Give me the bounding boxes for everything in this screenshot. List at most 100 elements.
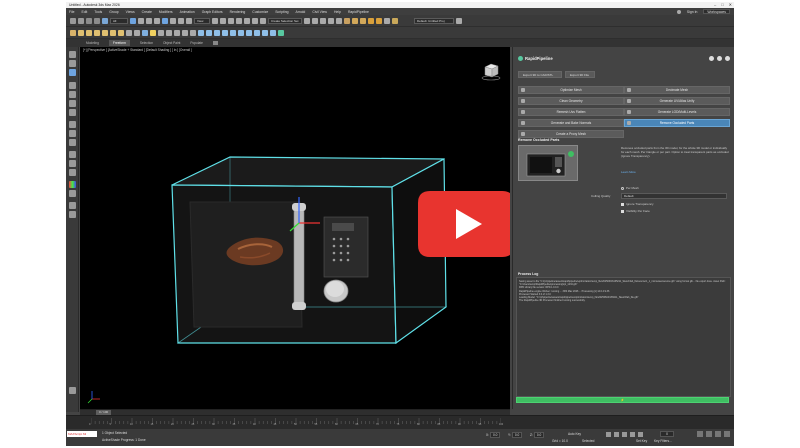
maximize-button[interactable]: □ <box>721 2 723 7</box>
box-icon[interactable] <box>78 29 84 36</box>
menu-animation[interactable]: Animation <box>180 10 195 14</box>
select-by-name-icon[interactable] <box>138 17 144 24</box>
modifier-uvw-icon[interactable] <box>262 29 268 36</box>
info-icon[interactable] <box>725 56 730 61</box>
link-icon[interactable] <box>86 17 92 24</box>
modifier-taper-icon[interactable] <box>206 29 212 36</box>
ignore-transparency-checkbox[interactable]: Ignore Transparency <box>621 202 654 206</box>
tool-remove-occluded-parts[interactable]: Remove Occluded Parts <box>624 119 730 127</box>
auto-key-button[interactable]: Auto Key <box>568 432 581 436</box>
curve-editor-icon[interactable] <box>328 17 334 24</box>
rapidpipeline-toolbar-icon[interactable] <box>278 29 284 36</box>
tool-decimate-mesh[interactable]: Decimate Mesh <box>624 86 730 94</box>
ribbon-options-icon[interactable] <box>212 41 218 45</box>
sort-icon[interactable] <box>69 82 76 89</box>
coord-x-field[interactable]: 0.0 <box>490 432 501 438</box>
minimize-button[interactable]: – <box>714 2 716 7</box>
rendered-frame-window-icon[interactable] <box>360 17 366 24</box>
perspective-viewport[interactable]: [+] [Perspective ] [ActiveShade + Standa… <box>80 47 510 409</box>
tool-clean-geometry[interactable]: Clean Geometry <box>518 97 624 105</box>
plane-icon[interactable] <box>118 29 124 36</box>
menu-modifiers[interactable]: Modifiers <box>159 10 173 14</box>
menu-file[interactable]: File <box>69 10 74 14</box>
rectangular-selection-icon[interactable] <box>146 17 152 24</box>
tool-generate-uv[interactable]: Generate UV/Atlas Unify <box>624 97 730 105</box>
project-folder-icon[interactable] <box>456 17 462 24</box>
tab-object-paint[interactable]: Object Paint <box>163 41 180 45</box>
tab-selection[interactable]: Selection <box>140 41 153 45</box>
per-mesh-option[interactable]: Per Mesh <box>621 186 639 190</box>
bottom-tool-icon[interactable] <box>69 387 76 394</box>
cylinder-icon[interactable] <box>102 29 108 36</box>
line-icon[interactable] <box>126 29 132 36</box>
coord-z-field[interactable]: 0.0 <box>533 432 545 438</box>
modifier-turbosmooth-icon[interactable] <box>254 29 260 36</box>
go-to-end-icon[interactable] <box>638 432 643 437</box>
layer-icon[interactable] <box>69 190 76 197</box>
filter-xrefs-icon[interactable] <box>69 160 76 167</box>
menu-scripting[interactable]: Scripting <box>275 10 288 14</box>
camera-icon[interactable] <box>142 29 148 36</box>
graphite-tools-icon[interactable] <box>70 29 76 36</box>
spacewarp-icon[interactable] <box>166 29 172 36</box>
video-play-button[interactable] <box>416 189 510 259</box>
mirror-icon[interactable] <box>304 17 310 24</box>
previous-frame-icon[interactable] <box>614 432 619 437</box>
next-frame-icon[interactable] <box>630 432 635 437</box>
scale-icon[interactable] <box>178 17 184 24</box>
menu-edit[interactable]: Edit <box>81 10 87 14</box>
helper-icon[interactable] <box>158 29 164 36</box>
pan-icon[interactable] <box>715 431 721 437</box>
menu-create[interactable]: Create <box>142 10 152 14</box>
render-production-icon[interactable] <box>368 17 374 24</box>
tab-freeform[interactable]: Freeform <box>108 40 130 46</box>
sign-in-link[interactable]: Sign In <box>687 10 698 14</box>
compound-icon[interactable] <box>182 29 188 36</box>
redo-icon[interactable] <box>78 17 84 24</box>
zoom-icon[interactable] <box>697 431 703 437</box>
tab-modeling[interactable]: Modeling <box>86 41 99 45</box>
menu-help[interactable]: Help <box>334 10 341 14</box>
menu-group[interactable]: Group <box>109 10 118 14</box>
sphere-icon[interactable] <box>94 29 100 36</box>
maxscript-listener[interactable]: MAXScript Mi <box>67 431 97 437</box>
undo-icon[interactable] <box>70 17 76 24</box>
workspaces-dropdown[interactable]: Workspaces <box>703 9 730 14</box>
percent-snap-icon[interactable] <box>252 17 258 24</box>
selection-filter-dropdown[interactable]: All <box>110 17 128 24</box>
folder-icon[interactable] <box>392 17 398 24</box>
keyboard-shortcut-override-icon[interactable] <box>228 17 234 24</box>
select-object-icon[interactable] <box>130 17 136 24</box>
menu-customize[interactable]: Customize <box>252 10 268 14</box>
layer-explorer-icon[interactable] <box>320 17 326 24</box>
systems-icon[interactable] <box>174 29 180 36</box>
spinner-snap-icon[interactable] <box>260 17 266 24</box>
particles-icon[interactable] <box>190 29 196 36</box>
menu-rapidpipeline[interactable]: RapidPipeline <box>348 10 369 14</box>
material-editor-icon[interactable] <box>344 17 350 24</box>
render-setup-icon[interactable] <box>352 17 358 24</box>
help-icon[interactable] <box>709 56 714 61</box>
scene-explorer-icon[interactable] <box>69 51 76 58</box>
user-icon[interactable] <box>676 9 681 14</box>
menu-views[interactable]: Views <box>126 10 135 14</box>
create-selection-set-dropdown[interactable]: Create Selection Set <box>268 17 302 24</box>
modifier-ffd-icon[interactable] <box>230 29 236 36</box>
unlink-icon[interactable] <box>94 17 100 24</box>
move-icon[interactable] <box>162 17 168 24</box>
play-animation-icon[interactable] <box>622 432 627 437</box>
tab-populate[interactable]: Populate <box>190 41 203 45</box>
filter-groups-icon[interactable] <box>69 151 76 158</box>
modifier-twist-icon[interactable] <box>214 29 220 36</box>
close-button[interactable]: ✕ <box>729 2 732 7</box>
snaps-toggle-icon[interactable] <box>236 17 242 24</box>
culling-quality-select[interactable]: Default <box>621 193 727 199</box>
hide-icon[interactable] <box>69 211 76 218</box>
cone-icon[interactable] <box>86 29 92 36</box>
display-none-icon[interactable] <box>69 69 76 76</box>
modifier-symmetry-icon[interactable] <box>246 29 252 36</box>
freeze-icon[interactable] <box>69 202 76 209</box>
reference-coordinate-dropdown[interactable]: View <box>194 17 210 24</box>
select-mode-icon[interactable] <box>69 60 76 67</box>
menu-arnold[interactable]: Arnold <box>296 10 306 14</box>
